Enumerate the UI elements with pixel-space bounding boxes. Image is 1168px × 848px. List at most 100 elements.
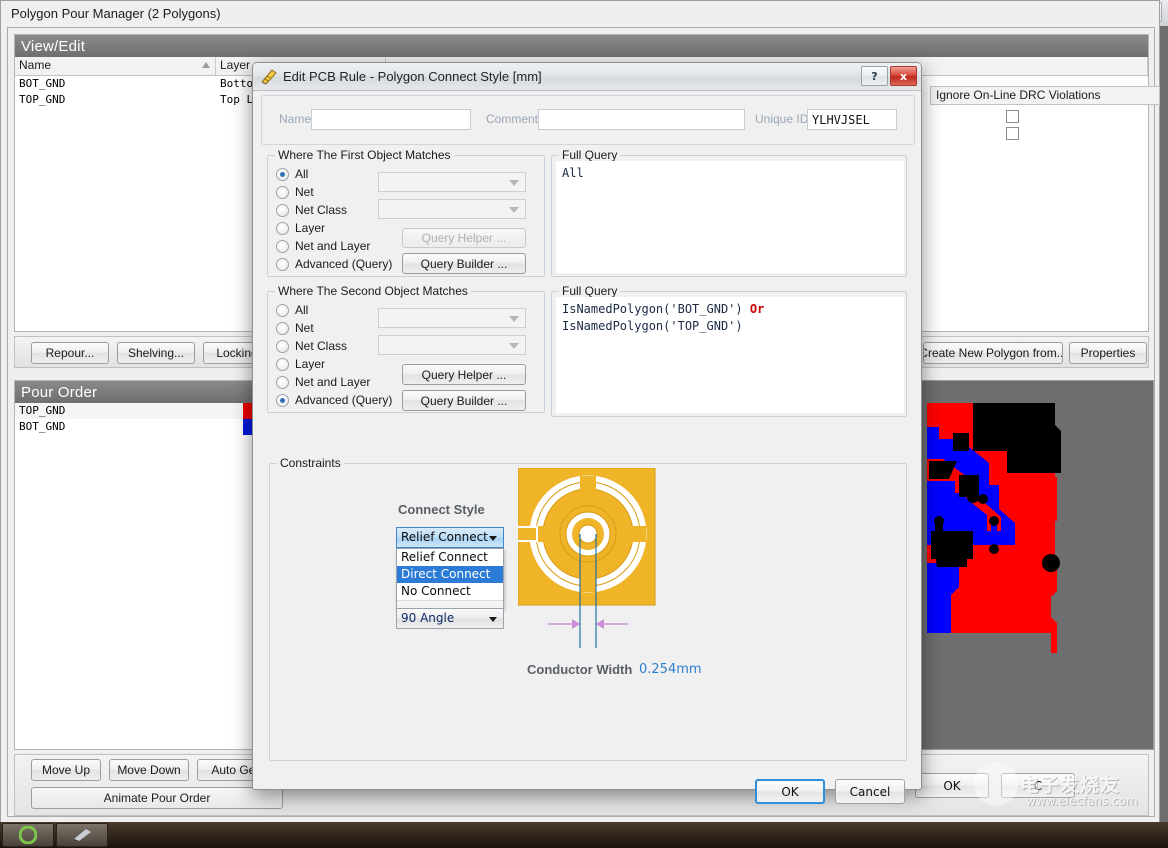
radio-icon[interactable] [276,203,289,217]
connect-style-dropdown-list[interactable]: Relief Connect Direct Connect No Connect [396,548,504,609]
second-object-option-advanced-query[interactable]: Advanced (Query) [276,391,392,409]
conductor-width-value[interactable]: 0.254mm [639,662,702,677]
create-new-polygon-from-button[interactable]: Create New Polygon from... [923,342,1063,364]
screen-root: ? X Polygon Pour Manager (2 Polygons) Vi… [0,0,1168,848]
relief-angle-select[interactable]: 90 Angle [396,608,504,629]
radio-icon[interactable] [276,339,289,353]
connect-style-option-relief-connect[interactable]: Relief Connect [397,549,503,566]
column-header-layer-label: Layer [220,58,251,72]
first-object-option-net[interactable]: Net [276,183,392,201]
radio-icon[interactable] [276,357,289,371]
dialog-body: Name Comment Unique ID Where The First O… [261,95,915,804]
dialog-close-icon[interactable]: x [890,66,917,86]
connect-style-select-wrapper[interactable]: Relief Connect Relief Connect Direct Con… [396,527,504,609]
shelving-button[interactable]: Shelving... [117,342,195,364]
first-object-option-label: Net and Layer [295,239,371,253]
second-object-group-title: Where The Second Object Matches [275,284,471,298]
second-object-query-helper-button[interactable]: Query Helper ... [402,364,526,385]
dialog-ok-button[interactable]: OK [755,779,825,804]
second-object-query-builder-button[interactable]: Query Builder ... [402,390,526,411]
radio-icon[interactable] [276,303,289,317]
radio-icon[interactable] [276,375,289,389]
move-up-button[interactable]: Move Up [31,759,101,781]
chevron-down-icon [509,343,519,349]
radio-icon[interactable] [276,239,289,253]
first-object-query-builder-button[interactable]: Query Builder ... [402,253,526,274]
thermal-relief-pad-preview [517,467,718,667]
connect-style-select[interactable]: Relief Connect [396,527,504,548]
second-object-option-net-class[interactable]: Net Class [276,337,392,355]
cell-name: TOP_GND [19,93,66,106]
radio-icon[interactable] [276,167,289,181]
first-object-option-label: All [295,167,309,181]
second-object-option-net-and-layer[interactable]: Net and Layer [276,373,392,391]
dialog-help-icon[interactable]: ? [861,66,888,86]
dialog-title: Edit PCB Rule - Polygon Connect Style [m… [283,69,542,84]
second-object-option-label: Layer [295,357,326,371]
first-object-full-query-title: Full Query [559,148,621,162]
altium-icon [74,829,91,841]
taskbar-item-altium[interactable] [56,823,108,847]
chevron-down-icon [509,316,519,322]
second-object-option-net[interactable]: Net [276,319,392,337]
dropdown-bottom-filler [397,600,503,608]
ignore-drc-checkbox[interactable] [1006,127,1019,140]
move-down-button[interactable]: Move Down [109,759,189,781]
pcb-preview-canvas[interactable] [914,380,1154,750]
connect-style-option-no-connect[interactable]: No Connect [397,583,503,600]
comment-input[interactable] [538,109,745,130]
column-header-name[interactable]: Name [15,57,216,75]
taskbar-item-browser[interactable] [2,823,54,847]
second-object-option-layer[interactable]: Layer [276,355,392,373]
dialog-caption-buttons[interactable]: ? x [861,66,917,86]
dialog-cancel-button[interactable]: Cancel [835,779,905,804]
properties-button[interactable]: Properties [1069,342,1147,364]
first-object-option-label: Net Class [295,203,348,217]
connect-style-selected-value: Relief Connect [401,530,488,544]
dialog-title-bar[interactable]: Edit PCB Rule - Polygon Connect Style [m… [253,63,921,91]
pcb-rule-icon [261,68,277,85]
page-title: Polygon Pour Manager (2 Polygons) [11,6,221,21]
rule-identity-box: Name Comment Unique ID [261,95,915,145]
first-object-option-layer[interactable]: Layer [276,219,392,237]
ignore-drc-checkbox-row[interactable] [1006,110,1019,123]
second-object-net-class-combo[interactable] [378,335,526,355]
second-object-option-label: All [295,303,309,317]
window-cancel-button[interactable]: C [1001,773,1075,798]
unique-id-input[interactable] [807,109,897,130]
ignore-drc-checkbox[interactable] [1006,110,1019,123]
pcb-artwork [915,381,1153,749]
first-object-option-label: Net [295,185,314,199]
chevron-down-icon [509,207,519,213]
second-object-net-combo[interactable] [378,308,526,328]
radio-icon[interactable] [276,321,289,335]
first-object-query-helper-button: Query Helper ... [402,228,526,248]
connect-style-label: Connect Style [398,502,485,517]
repour-button[interactable]: Repour... [31,342,109,364]
second-object-option-all[interactable]: All [276,301,392,319]
animate-pour-order-button[interactable]: Animate Pour Order [31,787,283,809]
connect-style-option-direct-connect[interactable]: Direct Connect [397,566,503,583]
first-object-option-net-class[interactable]: Net Class [276,201,392,219]
window-ok-button[interactable]: OK [915,773,989,798]
radio-icon[interactable] [276,257,289,271]
first-object-option-all[interactable]: All [276,165,392,183]
ignore-drc-header: Ignore On-Line DRC Violations [930,86,1160,105]
taskbar[interactable] [0,822,1168,848]
first-object-net-combo[interactable] [378,172,526,192]
first-object-full-query-text[interactable]: All [556,161,904,273]
ignore-drc-panel: Ignore On-Line DRC Violations [930,86,1160,326]
name-label: Name [279,112,312,126]
first-object-option-net-and-layer[interactable]: Net and Layer [276,237,392,255]
name-input[interactable] [311,109,471,130]
first-object-net-class-combo[interactable] [378,199,526,219]
radio-icon[interactable] [276,185,289,199]
constraints-group: Constraints Connect Style Relief Connect… [269,456,907,761]
radio-icon[interactable] [276,221,289,235]
second-object-full-query-text[interactable]: IsNamedPolygon('BOT_GND') Or IsNamedPoly… [556,297,904,413]
ignore-drc-checkbox-row[interactable] [1006,127,1019,140]
sort-ascending-icon [202,62,210,68]
radio-icon[interactable] [276,393,289,407]
first-object-option-advanced-query[interactable]: Advanced (Query) [276,255,392,273]
first-object-option-label: Layer [295,221,326,235]
